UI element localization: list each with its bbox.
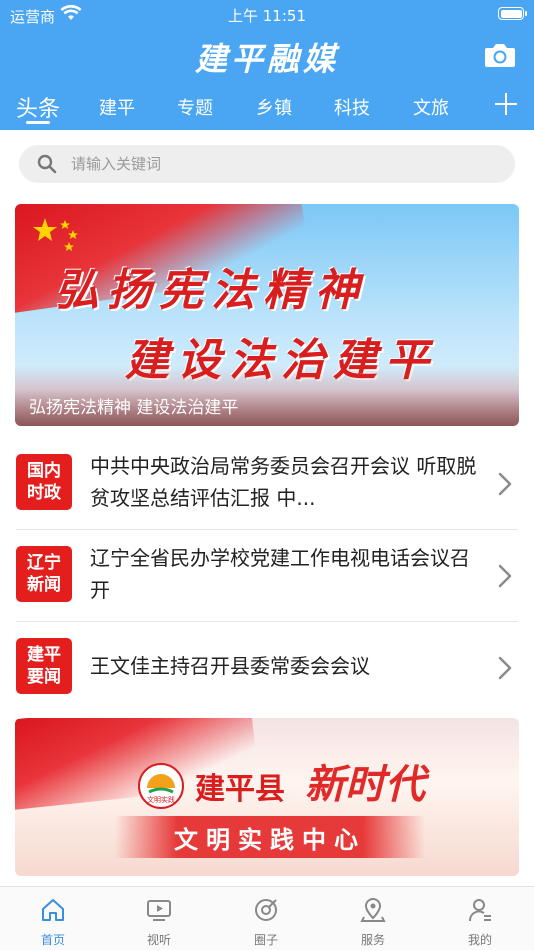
news-title-text: 辽宁全省民办学校党建工作电视电话会议召开 — [90, 546, 470, 602]
user-icon — [469, 899, 491, 922]
banner-slogan-line1: 弘扬宪法精神 — [55, 265, 367, 316]
carousel-indicator — [450, 868, 507, 872]
badge-line1: 国内 — [27, 461, 61, 481]
tab-special[interactable]: 专题 — [177, 94, 213, 120]
status-bar: 运营商 上午 11:51 — [0, 0, 534, 30]
search-input[interactable] — [71, 145, 491, 183]
active-tab-indicator — [26, 121, 50, 124]
badge-line1: 建平 — [27, 645, 61, 665]
tab-culture-tourism[interactable]: 文旅 — [413, 94, 449, 120]
banner2-era: 新时代 — [305, 761, 425, 808]
tabbar-mine[interactable]: 我的 — [427, 887, 533, 951]
logo-text: 文明实践 — [147, 795, 175, 804]
tab-technology[interactable]: 科技 — [334, 94, 370, 120]
badge-line2: 要闻 — [27, 667, 61, 687]
news-title: 王文佳主持召开县委常委会会议 — [90, 650, 480, 682]
tab-township[interactable]: 乡镇 — [256, 94, 292, 120]
news-category-badge: 建平 要闻 — [16, 638, 72, 694]
location-icon — [360, 897, 386, 922]
news-title: 中共中央政治局常务委员会召开会议 听取脱贫攻坚总结评估汇报 中... — [90, 450, 480, 514]
tab-jianping[interactable]: 建平 — [99, 94, 135, 120]
add-channel-icon[interactable] — [494, 92, 518, 116]
circle-icon — [255, 899, 277, 921]
channel-tabs: 头条 建平 专题 乡镇 科技 文旅 — [0, 88, 534, 128]
chevron-right-icon — [498, 564, 512, 588]
chevron-right-icon — [498, 472, 512, 496]
bottom-tab-bar: 首页 视听 圈子 服务 我的 — [0, 886, 534, 950]
banner-caption: 弘扬宪法精神 建设法治建平 — [29, 398, 239, 418]
news-title: 辽宁全省民办学校党建工作电视电话会议召开 — [90, 542, 480, 606]
chevron-right-icon — [498, 656, 512, 680]
tabbar-circle[interactable]: 圈子 — [213, 887, 319, 951]
tabbar-label: 圈子 — [253, 933, 278, 947]
news-title-text: 王文佳主持召开县委常委会会议 — [90, 654, 370, 678]
news-category-badge: 国内 时政 — [16, 454, 72, 510]
app-header: 运营商 上午 11:51 建平融媒 头条 建平 专题 乡镇 科技 文旅 — [0, 0, 534, 130]
badge-line1: 辽宁 — [27, 553, 61, 573]
news-title-text: 中共中央政治局常务委员会召开会议 听取脱贫攻坚总结评估汇报 中... — [90, 454, 477, 510]
home-icon — [42, 899, 64, 921]
civilization-logo: 文明实践 — [138, 763, 184, 809]
tabbar-label: 服务 — [360, 933, 385, 947]
tabbar-home[interactable]: 首页 — [0, 887, 106, 951]
search-bar[interactable] — [19, 145, 515, 183]
carousel-indicator — [355, 416, 507, 420]
camera-icon[interactable] — [484, 42, 516, 68]
tab-headline[interactable]: 头条 — [16, 91, 60, 123]
badge-line2: 时政 — [27, 483, 61, 503]
app-title: 建平融媒 — [194, 40, 339, 78]
hero-banner[interactable]: 弘扬宪法精神 建设法治建平 弘扬宪法精神 建设法治建平 — [15, 204, 519, 426]
battery-icon — [498, 7, 527, 20]
star-icon — [33, 218, 78, 251]
tabbar-av[interactable]: 视听 — [106, 887, 212, 951]
tabbar-service[interactable]: 服务 — [320, 887, 426, 951]
tabbar-label: 我的 — [467, 933, 492, 947]
civilization-banner[interactable]: 文明实践 建平县 新时代 文明实践中心 — [15, 718, 519, 876]
tv-icon — [147, 900, 171, 921]
news-category-badge: 辽宁 新闻 — [16, 546, 72, 602]
news-item[interactable]: 建平 要闻 王文佳主持召开县委常委会会议 — [0, 622, 534, 714]
news-item[interactable]: 国内 时政 中共中央政治局常务委员会召开会议 听取脱贫攻坚总结评估汇报 中... — [0, 438, 534, 530]
badge-line2: 新闻 — [27, 575, 61, 595]
banner2-county: 建平县 — [195, 772, 285, 807]
status-time: 上午 11:51 — [228, 7, 306, 25]
tabbar-label: 视听 — [146, 933, 171, 947]
banner2-center: 文明实践中心 — [174, 825, 366, 854]
search-icon — [37, 154, 57, 174]
tabbar-label: 首页 — [40, 933, 65, 947]
news-item[interactable]: 辽宁 新闻 辽宁全省民办学校党建工作电视电话会议召开 — [0, 530, 534, 622]
